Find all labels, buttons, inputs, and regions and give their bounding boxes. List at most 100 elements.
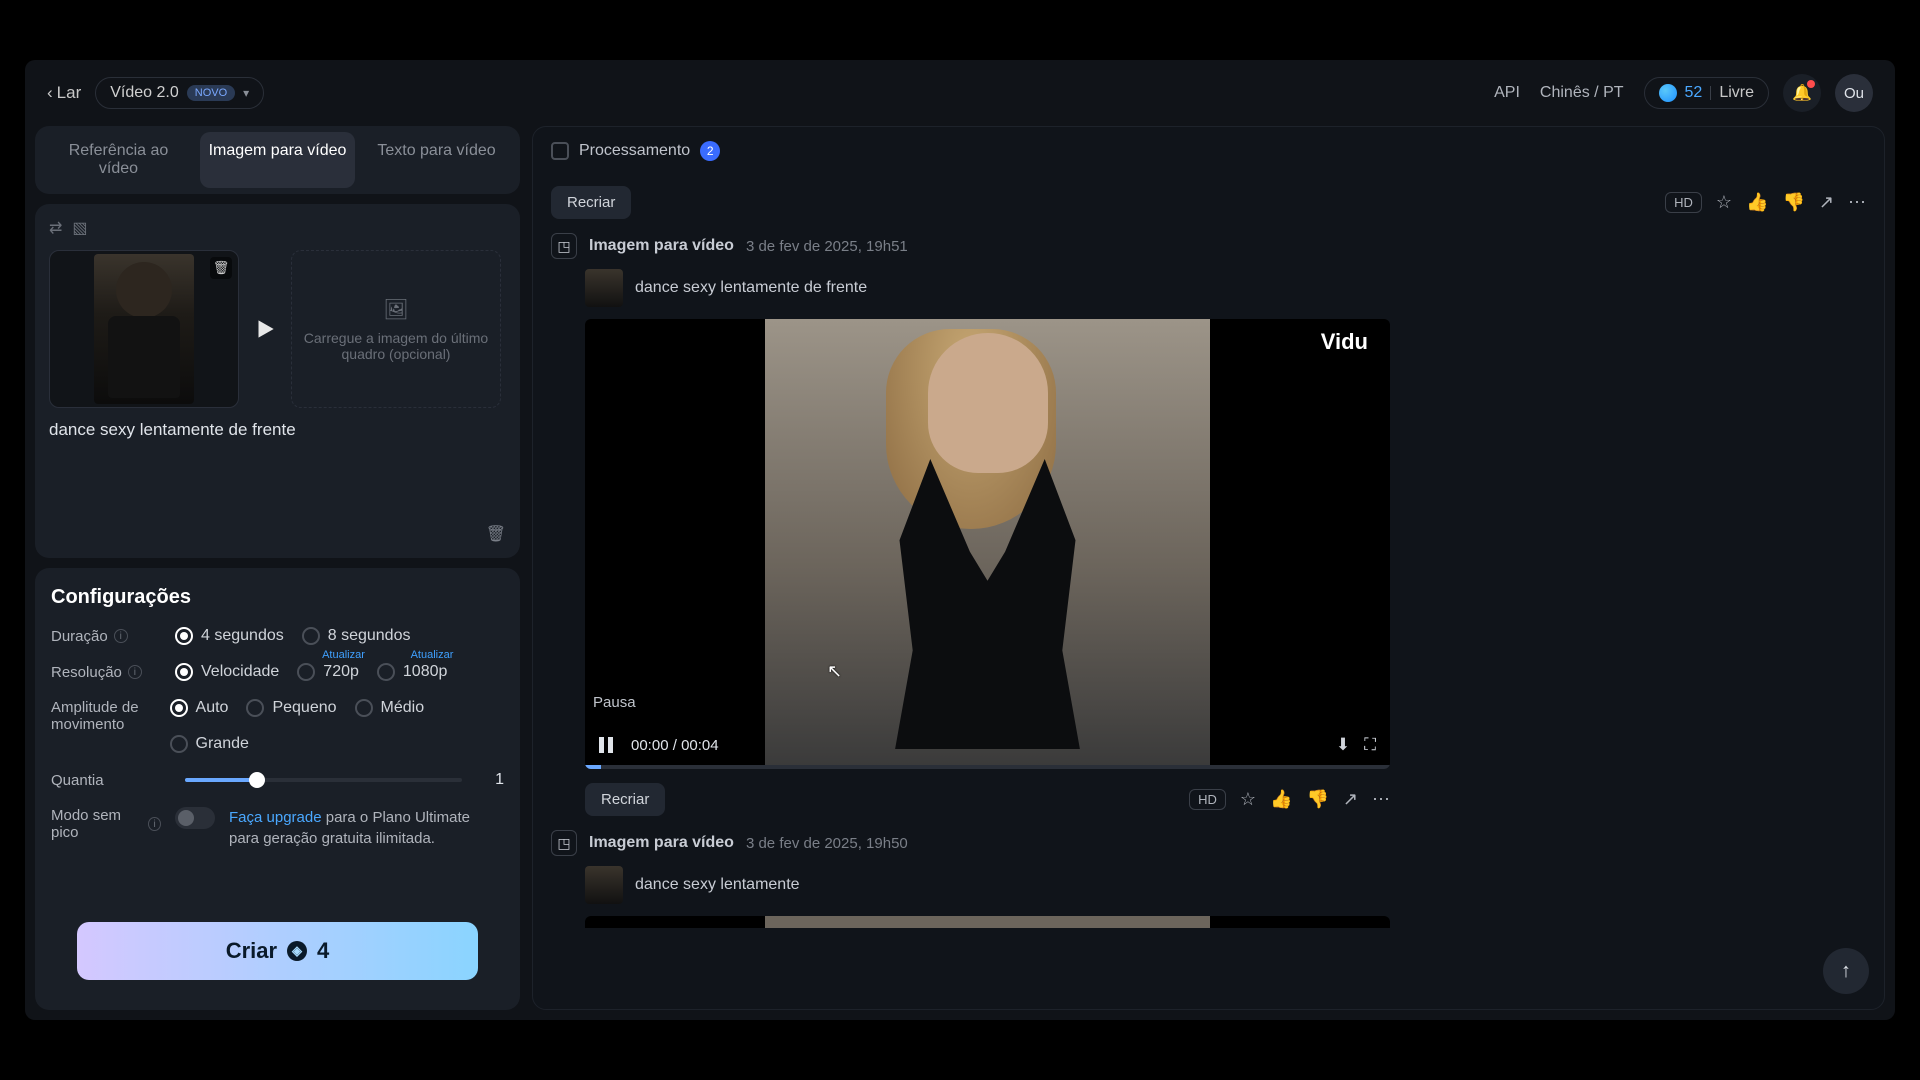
motion-small-radio[interactable]: Pequeno [246, 699, 336, 717]
favorite-button[interactable]: ☆ [1716, 192, 1732, 213]
radio-icon [377, 663, 395, 681]
more-button[interactable]: ⋯ [1372, 789, 1390, 810]
generation-prompt: dance sexy lentamente de frente [635, 279, 867, 297]
like-button[interactable]: 👍 [1270, 789, 1292, 810]
more-button[interactable]: ⋯ [1848, 192, 1866, 213]
share-button[interactable]: ↗ [1343, 789, 1358, 810]
radio-icon [175, 663, 193, 681]
recreate-button[interactable]: Recriar [585, 783, 665, 816]
scroll-top-button[interactable]: ↑ [1823, 948, 1869, 994]
swap-icon[interactable]: ⇄ [49, 218, 62, 238]
upgrade-text: Faça upgrade para o Plano Ultimate para … [229, 807, 504, 849]
download-button[interactable]: ⬇ [1336, 735, 1350, 755]
tab-text-to-video[interactable]: Texto para vídeo [359, 132, 514, 188]
motion-medium-radio[interactable]: Médio [355, 699, 425, 717]
resolution-720p-radio[interactable]: 720p Atualizar [297, 663, 359, 681]
hd-badge[interactable]: HD [1665, 192, 1702, 213]
offpeak-toggle[interactable] [175, 807, 215, 829]
resolution-1080p-radio[interactable]: 1080p Atualizar [377, 663, 448, 681]
dislike-button[interactable]: 👎 [1782, 192, 1804, 213]
share-button[interactable]: ↗ [1819, 192, 1834, 213]
favorite-button[interactable]: ☆ [1240, 789, 1256, 810]
info-icon[interactable]: i [128, 665, 142, 679]
dropzone-text: Carregue a imagem do último quadro (opci… [302, 330, 490, 362]
motion-large-radio[interactable]: Grande [170, 735, 504, 753]
generation-time: 3 de fev de 2025, 19h50 [746, 835, 908, 852]
video-player[interactable]: Vidu ↖ Pausa 00:00 / 00:04 ⬇ ⛶ [585, 319, 1390, 769]
api-link[interactable]: API [1494, 84, 1520, 102]
trash-icon: 🗑 [213, 260, 230, 276]
video-peek[interactable] [585, 916, 1390, 928]
prompt-thumbnail[interactable] [585, 866, 623, 904]
results-panel: Processamento 2 Recriar HD ☆ 👍 👎 ↗ ⋯ [532, 126, 1885, 1010]
recreate-button[interactable]: Recriar [551, 186, 631, 219]
results-scroll[interactable]: Recriar HD ☆ 👍 👎 ↗ ⋯ ◳ Imagem para vídeo… [533, 176, 1884, 1009]
generation-icon: ◳ [551, 233, 577, 259]
prompt-text[interactable]: dance sexy lentamente de frente [49, 420, 506, 440]
top-bar: ‹ Lar Vídeo 2.0 NOVO ▾ API Chinês / PT 5… [25, 60, 1895, 126]
generation-icon: ◳ [551, 830, 577, 856]
upgrade-badge: Atualizar [411, 649, 454, 661]
mode-tabs: Referência ao vídeo Imagem para vídeo Te… [35, 126, 520, 194]
quantity-slider[interactable] [185, 778, 462, 782]
tab-reference[interactable]: Referência ao vídeo [41, 132, 196, 188]
create-label: Criar [226, 938, 277, 964]
back-label: Lar [57, 83, 82, 103]
language-selector[interactable]: Chinês / PT [1540, 84, 1624, 102]
slider-thumb[interactable] [249, 772, 265, 788]
radio-icon [246, 699, 264, 717]
avatar[interactable]: Ou [1835, 74, 1873, 112]
add-image-icon: 🖼 [383, 297, 408, 322]
pause-button[interactable] [599, 737, 617, 753]
resolution-speed-radio[interactable]: Velocidade [175, 663, 279, 681]
select-all-checkbox[interactable] [551, 142, 569, 160]
back-link[interactable]: ‹ Lar [47, 83, 81, 103]
watermark: Vidu [1321, 329, 1368, 355]
video-controls: 00:00 / 00:04 ⬇ ⛶ [585, 721, 1390, 769]
uploaded-thumbnail [94, 254, 194, 404]
processing-label: Processamento [579, 142, 690, 160]
clear-prompt-button[interactable]: 🗑 [486, 524, 506, 544]
coin-icon [1659, 84, 1677, 102]
prompt-thumbnail[interactable] [585, 269, 623, 307]
radio-icon [355, 699, 373, 717]
resolution-label: Resolução i [51, 664, 161, 681]
hd-badge[interactable]: HD [1189, 789, 1226, 810]
motion-auto-radio[interactable]: Auto [170, 699, 229, 717]
play-icon [249, 313, 281, 345]
upgrade-badge: Atualizar [322, 649, 365, 661]
info-icon[interactable]: i [148, 817, 161, 831]
processing-count-badge: 2 [700, 141, 720, 161]
duration-4s-radio[interactable]: 4 segundos [175, 627, 284, 645]
like-button[interactable]: 👍 [1746, 192, 1768, 213]
offpeak-label: Modo sem pico i [51, 807, 161, 841]
fullscreen-button[interactable]: ⛶ [1364, 735, 1376, 755]
first-frame-slot[interactable]: 🗑 [49, 250, 239, 408]
info-icon[interactable]: i [114, 629, 128, 643]
upgrade-link[interactable]: Faça upgrade [229, 809, 322, 826]
credits-pill[interactable]: 52 Livre [1644, 77, 1769, 109]
last-frame-dropzone[interactable]: 🖼 Carregue a imagem do último quadro (op… [291, 250, 501, 408]
quantity-label: Quantia [51, 772, 161, 789]
generation-time: 3 de fev de 2025, 19h51 [746, 238, 908, 255]
version-selector[interactable]: Vídeo 2.0 NOVO ▾ [95, 77, 264, 109]
chevron-down-icon: ▾ [243, 86, 249, 100]
generation-prompt: dance sexy lentamente [635, 876, 800, 894]
dislike-button[interactable]: 👎 [1306, 789, 1328, 810]
progress-bar[interactable] [585, 765, 1390, 769]
duration-8s-radio[interactable]: 8 segundos [302, 627, 411, 645]
delete-frame-button[interactable]: 🗑 [210, 257, 232, 279]
plan-label: Livre [1719, 84, 1754, 102]
upload-panel: ⇄ ▧ 🗑 🖼 Carregue a imagem [35, 204, 520, 558]
version-label: Vídeo 2.0 [110, 84, 179, 102]
quantity-value: 1 [486, 771, 504, 789]
notifications-button[interactable]: 🔔 [1783, 74, 1821, 112]
generation-type: Imagem para vídeo [589, 834, 734, 852]
motion-label: Amplitude de movimento [51, 699, 156, 733]
tab-image-to-video[interactable]: Imagem para vídeo [200, 132, 355, 188]
radio-icon [175, 627, 193, 645]
radio-icon [170, 699, 188, 717]
create-button[interactable]: Criar ◈ 4 [77, 922, 478, 980]
sidebar: Referência ao vídeo Imagem para vídeo Te… [35, 126, 520, 1010]
image-icon[interactable]: ▧ [72, 218, 87, 238]
